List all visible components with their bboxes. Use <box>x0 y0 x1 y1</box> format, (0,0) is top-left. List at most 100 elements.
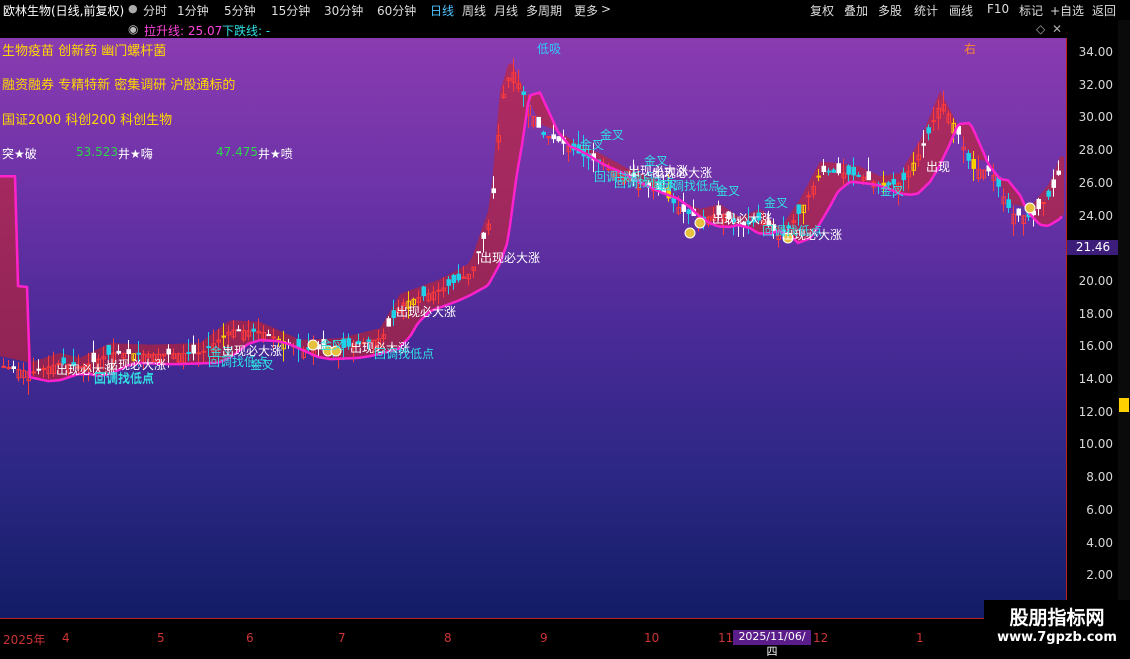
indicator-bar: ◉ 拉升线: 25.07 下跌线: - ◇ ✕ <box>0 20 1066 38</box>
close-icon[interactable]: ✕ <box>1052 22 1062 36</box>
up-line-label: 拉升线: 25.07 <box>144 24 223 38</box>
candle-body <box>201 350 206 353</box>
toolbar-f10-button[interactable]: F10 <box>987 2 1009 16</box>
tab-minute[interactable]: 分时 <box>143 2 167 19</box>
kline-plot-area[interactable]: 生物疫苗 创新药 幽门螺杆菌 融资融券 专精特新 密集调研 沪股通标的 国证20… <box>0 38 1066 618</box>
top-toolbar: 欧林生物(日线,前复权) ● 分时 1分钟 5分钟 15分钟 30分钟 60分钟… <box>0 0 1130 20</box>
low-buy-label: 低吸 <box>537 42 562 56</box>
price-tick: 32.00 <box>1078 77 1113 92</box>
signal-annotation: 回调找低点 <box>94 371 155 385</box>
tab-daily[interactable]: 日线 <box>430 2 454 19</box>
signal-annotation: 金叉 <box>716 184 741 198</box>
toolbar-overlay-button[interactable]: 叠加 <box>844 2 868 19</box>
candle-body <box>521 91 526 96</box>
candle-body <box>686 209 691 214</box>
date-tick: 5 <box>157 631 165 645</box>
candle-body <box>1 365 6 368</box>
dropdown-icon[interactable]: ● <box>128 2 138 15</box>
candle-body <box>901 172 906 181</box>
candle-body <box>851 166 856 176</box>
candle-body <box>491 188 496 194</box>
candle-body <box>436 289 441 292</box>
up-trend-line <box>0 91 1063 383</box>
chevron-right-icon[interactable]: > <box>601 2 611 16</box>
price-tick: 30.00 <box>1078 110 1113 125</box>
tab-monthly[interactable]: 月线 <box>494 2 518 19</box>
tab-weekly[interactable]: 周线 <box>462 2 486 19</box>
tab-1min[interactable]: 1分钟 <box>177 2 209 19</box>
candle-body <box>461 276 466 279</box>
watermark-url: www.7gpzb.com <box>997 630 1117 645</box>
side-panel-marker[interactable] <box>1119 398 1129 412</box>
candle-body <box>251 328 256 332</box>
concept-note-2: 融资融券 专精特新 密集调研 沪股通标的 <box>2 78 236 93</box>
date-tick: 6 <box>246 631 254 645</box>
candle-body <box>1036 198 1041 210</box>
toolbar-watchlist-button[interactable]: +自选 <box>1050 2 1084 19</box>
candle-body <box>11 366 16 370</box>
signal-annotation: 金叉 <box>250 358 275 372</box>
signal-annotation: 金叉 <box>764 196 789 210</box>
signal-annotation: 回调找低点 <box>374 347 435 361</box>
candle-body <box>236 329 241 332</box>
candle-body <box>821 165 826 173</box>
candle-body <box>1046 190 1051 197</box>
date-tick: 2025年 <box>3 633 46 647</box>
price-tick: 34.00 <box>1078 45 1113 59</box>
price-tick: 6.00 <box>1086 502 1113 517</box>
settings-dot-icon[interactable]: ◉ <box>128 22 138 36</box>
money-bag-icon <box>1024 202 1036 214</box>
tab-5min[interactable]: 5分钟 <box>224 2 256 19</box>
money-bag-icon <box>694 217 706 229</box>
tab-15min[interactable]: 15分钟 <box>271 2 310 19</box>
date-tick: 10 <box>644 631 660 645</box>
candle-body <box>446 279 451 286</box>
stat-label-3: 井★喷 <box>258 147 293 161</box>
candle-body <box>816 175 821 178</box>
candle-body <box>831 169 836 173</box>
watermark-name: 股朋指标网 <box>1009 607 1105 629</box>
signal-annotation: 出现必大涨 <box>480 251 541 265</box>
candle-body <box>796 204 801 214</box>
toolbar-stats-button[interactable]: 统计 <box>914 2 938 19</box>
stat-value-2: 47.475 <box>216 145 258 159</box>
tab-60min[interactable]: 60分钟 <box>377 2 416 19</box>
candle-body <box>451 274 456 284</box>
tab-multi-period[interactable]: 多周期 <box>526 2 562 19</box>
candle-body <box>541 131 546 136</box>
toolbar-draw-button[interactable]: 画线 <box>949 2 973 19</box>
price-tick: 18.00 <box>1078 306 1113 321</box>
candle-body <box>1016 208 1021 216</box>
right-label: 右 <box>964 42 977 56</box>
window-title: 欧林生物(日线,前复权) <box>3 4 125 18</box>
price-tick: 2.00 <box>1086 568 1113 583</box>
candle-body <box>266 334 271 337</box>
candle-body <box>826 170 831 173</box>
tab-more[interactable]: 更多 <box>574 2 598 19</box>
tab-30min[interactable]: 30分钟 <box>324 2 363 19</box>
price-axis: 34.0032.0030.0028.0026.0024.0022.0020.00… <box>1066 38 1119 618</box>
toolbar-adjust-button[interactable]: 复权 <box>810 2 834 19</box>
watermark: 股朋指标网 www.7gpzb.com <box>984 600 1130 650</box>
date-tick: 7 <box>338 631 346 645</box>
money-bag-icon <box>307 339 319 351</box>
candle-body <box>921 143 926 146</box>
candle-body <box>971 159 976 169</box>
money-bag-icon <box>684 227 696 239</box>
price-tick: 10.00 <box>1078 437 1113 452</box>
price-tick: 16.00 <box>1078 339 1113 354</box>
signal-annotation: 回调找低点 <box>660 179 721 193</box>
candle-body <box>556 136 561 142</box>
candle-body <box>536 116 541 128</box>
concept-note-1: 生物疫苗 创新药 幽门螺杆菌 <box>2 44 167 59</box>
date-tick: 9 <box>540 631 548 645</box>
candle-body <box>836 163 841 174</box>
toolbar-mark-button[interactable]: 标记 <box>1019 2 1043 19</box>
toolbar-back-button[interactable]: 返回 <box>1092 2 1116 19</box>
signal-annotation: 金叉 <box>600 128 625 142</box>
toolbar-multi-stock-button[interactable]: 多股 <box>878 2 902 19</box>
candle-body <box>386 318 391 327</box>
cursor-date-tag: 2025/11/06/四 <box>733 630 811 658</box>
diamond-icon[interactable]: ◇ <box>1036 22 1045 36</box>
signal-annotation: 金叉 <box>880 184 905 198</box>
